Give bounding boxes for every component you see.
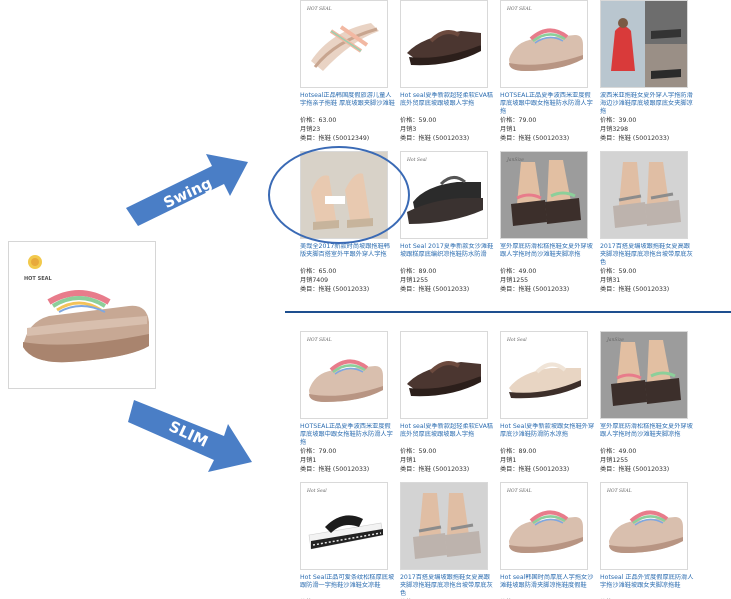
product-card[interactable]: HOT SEAL HOTSEAL正品夏季波西米亚度假厚底坡跟中跟女拖鞋防水防滑人字… [500,0,600,143]
product-title-link[interactable]: Hotseal正品韩国度假旅游儿童人字拖亲子拖鞋 厚底坡跟夹脚沙滩鞋 [300,92,396,116]
product-price: 价格：89.00 [400,268,437,275]
product-card[interactable]: Hot seal夏季新款超轻柔软EVA糕底外贸厚底坡跟坡跟人字拖 价格：59.00… [400,0,500,143]
product-image[interactable] [400,331,488,419]
product-category: 类目：拖鞋 (50012349) [300,135,370,142]
product-title-link[interactable]: Hot seal夏季新款超轻柔软EVA糕底外贸厚底坡跟坡跟人字拖 [400,423,496,447]
product-category: 类目：拖鞋 (50012033) [600,286,670,293]
product-brand-logo: Hot Seal [507,338,527,343]
product-title-link[interactable]: Hot Seal夏季新款坡跟女拖鞋外穿厚底沙滩鞋防滑防水凉拖 [500,423,596,447]
product-card[interactable]: HOT SEAL Hotseal 正品外贸度假厚底防滑人字拖沙滩鞋坡跟女夹脚凉拖鞋… [600,482,700,599]
product-title-link[interactable]: Hot seal韩国时尚厚底人字拖女沙滩鞋坡跟防滑夹脚凉拖鞋度假鞋 [500,574,596,598]
product-brand-logo: JanSize [607,338,624,343]
section-divider [285,311,731,313]
product-brand-logo: HOT SEAL [507,489,532,494]
product-monthly-sales: 月销1 [500,126,517,133]
product-title-link[interactable]: 2017百搭夏编坡跟拖鞋女夏高跟夹脚凉拖鞋厚底凉拖台坡带厚底灰色 [400,574,496,598]
product-title-link[interactable]: 室外厚底防滑松糕拖鞋女夏外穿坡跟人字拖时尚沙滩鞋夹脚凉拖 [500,243,596,267]
product-title-link[interactable]: 美哉全2017新款时尚坡跟拖鞋韩版夹脚百搭室外平跟外穿人字拖 [300,243,396,267]
product-monthly-sales: 月销1 [300,457,317,464]
product-category: 类目：拖鞋 (50012033) [400,135,470,142]
product-title-link[interactable]: Hot Seal 2017夏季新款女沙滩鞋坡跟糕厚底编织凉拖鞋防水防滑 [400,243,496,267]
product-monthly-sales: 月销1255 [600,457,629,464]
product-price: 价格：89.00 [500,448,537,455]
product-price: 价格：59.00 [400,448,437,455]
product-monthly-sales: 月销23 [300,126,321,133]
product-monthly-sales: 月销1255 [400,277,429,284]
hot-seal-logo [28,255,42,269]
product-title-link[interactable]: Hotseal 正品外贸度假厚底防滑人字拖沙滩鞋坡跟女夹脚凉拖鞋 [600,574,696,598]
product-title-link[interactable]: HOTSEAL正品夏季波西米亚度假厚底坡跟中跟女拖鞋防水防滑人字拖 [300,423,396,447]
product-price: 价格：79.00 [500,117,537,124]
product-title-link[interactable]: 室外厚底防滑松糕拖鞋女夏外穿坡跟人字拖时尚沙滩鞋夹脚凉拖 [600,423,696,447]
product-card[interactable]: Hot seal夏季新款超轻柔软EVA糕底外贸厚底坡跟坡跟人字拖 价格：59.00… [400,331,500,474]
product-monthly-sales: 月销3 [400,126,417,133]
product-image[interactable]: JanSize [600,331,688,419]
product-monthly-sales: 月销3298 [600,126,629,133]
product-title-link[interactable]: Hot seal夏季新款超轻柔软EVA糕底外贸厚底坡跟坡跟人字拖 [400,92,496,116]
product-category: 类目：拖鞋 (50012033) [600,466,670,473]
product-image[interactable]: HOT SEAL [500,482,588,570]
product-image[interactable]: Hot Seal [400,151,488,239]
product-category: 类目：拖鞋 (50012033) [500,135,570,142]
product-image[interactable] [600,0,688,88]
product-price: 价格：39.00 [600,117,637,124]
product-price: 价格：79.00 [300,448,337,455]
product-card[interactable]: Hot Seal Hot Seal 2017夏季新款女沙滩鞋坡跟糕厚底编织凉拖鞋防… [400,151,500,294]
product-category: 类目：拖鞋 (50012033) [300,466,370,473]
product-title-link[interactable]: Hot Seal正品可爱条纹松糕厚底坡跟防滑一字拖鞋沙滩鞋女凉鞋 [300,574,396,598]
product-brand-logo: HOT SEAL [307,7,332,12]
product-category: 类目：拖鞋 (50012033) [500,286,570,293]
product-image[interactable]: HOT SEAL [300,331,388,419]
product-brand-logo: HOT SEAL [607,489,632,494]
product-image[interactable]: HOT SEAL [600,482,688,570]
product-brand-logo: HOT SEAL [307,338,332,343]
product-card[interactable]: 2017百搭夏编坡跟拖鞋女夏高跟夹脚凉拖鞋厚底凉拖台坡带厚底灰色价格：59.00… [400,482,500,599]
product-price: 价格：49.00 [500,268,537,275]
product-card[interactable]: JanSize 室外厚底防滑松糕拖鞋女夏外穿坡跟人字拖时尚沙滩鞋夹脚凉拖 价格：49… [600,331,700,474]
product-price: 价格：59.00 [400,117,437,124]
product-image[interactable]: Hot Seal [300,482,388,570]
product-monthly-sales: 月销1 [500,457,517,464]
product-category: 类目：拖鞋 (50012033) [500,466,570,473]
product-brand-logo: HOT SEAL [507,7,532,12]
product-image[interactable] [400,482,488,570]
product-card[interactable]: Hot Seal Hot Seal正品可爱条纹松糕厚底坡跟防滑一字拖鞋沙滩鞋女凉鞋… [300,482,400,599]
product-card[interactable]: HOT SEAL Hotseal正品韩国度假旅游儿童人字拖亲子拖鞋 厚底坡跟夹脚沙… [300,0,400,143]
product-card[interactable]: HOT SEAL Hot seal韩国时尚厚底人字拖女沙滩鞋坡跟防滑夹脚凉拖鞋度假… [500,482,600,599]
product-title-link[interactable]: HOTSEAL正品夏季波西米亚度假厚底坡跟中跟女拖鞋防水防滑人字拖 [500,92,596,116]
product-category: 类目：拖鞋 (50012033) [400,466,470,473]
product-monthly-sales: 月销7409 [300,277,329,284]
product-title-link[interactable]: 波西米亚拖鞋女夏外穿人字拖防滑海边沙滩鞋厚底坡跟厚底女夹脚凉拖 [600,92,696,116]
product-price: 价格：59.00 [600,268,637,275]
product-monthly-sales: 月销31 [600,277,621,284]
product-image[interactable]: Hot Seal [500,331,588,419]
product-price: 价格：63.00 [300,117,337,124]
product-title-link[interactable]: 2017百搭夏编坡跟拖鞋女夏高跟夹脚凉拖鞋厚底凉拖台坡带厚底灰色 [600,243,696,267]
product-category: 类目：拖鞋 (50012033) [400,286,470,293]
product-price: 价格：49.00 [600,448,637,455]
product-image[interactable]: HOT SEAL [300,0,388,88]
product-brand-logo: JanSize [507,158,524,163]
product-card[interactable]: Hot Seal Hot Seal夏季新款坡跟女拖鞋外穿厚底沙滩鞋防滑防水凉拖 价格… [500,331,600,474]
product-category: 类目：拖鞋 (50012033) [600,135,670,142]
product-card[interactable]: JanSize 室外厚底防滑松糕拖鞋女夏外穿坡跟人字拖时尚沙滩鞋夹脚凉拖 价格：49… [500,151,600,294]
product-image[interactable]: JanSize [500,151,588,239]
product-image[interactable]: HOT SEAL [500,0,588,88]
product-category: 类目：拖鞋 (50012033) [300,286,370,293]
product-price: 价格：65.00 [300,268,337,275]
query-brand: HOT SEAL [24,276,52,282]
query-image: HOT SEAL [8,241,156,389]
product-card[interactable]: HOT SEAL HOTSEAL正品夏季波西米亚度假厚底坡跟中跟女拖鞋防水防滑人字… [300,331,400,474]
product-card[interactable]: 波西米亚拖鞋女夏外穿人字拖防滑海边沙滩鞋厚底坡跟厚底女夹脚凉拖 价格：39.00 月… [600,0,700,143]
product-monthly-sales: 月销1 [400,457,417,464]
product-brand-logo: Hot Seal [307,489,327,494]
product-card[interactable]: 2017百搭夏编坡跟拖鞋女夏高跟夹脚凉拖鞋厚底凉拖台坡带厚底灰色价格：59.00… [600,151,700,294]
product-image[interactable] [600,151,688,239]
product-brand-logo: Hot Seal [407,158,427,163]
highlight-circle [268,146,410,244]
product-monthly-sales: 月销1255 [500,277,529,284]
product-image[interactable] [400,0,488,88]
